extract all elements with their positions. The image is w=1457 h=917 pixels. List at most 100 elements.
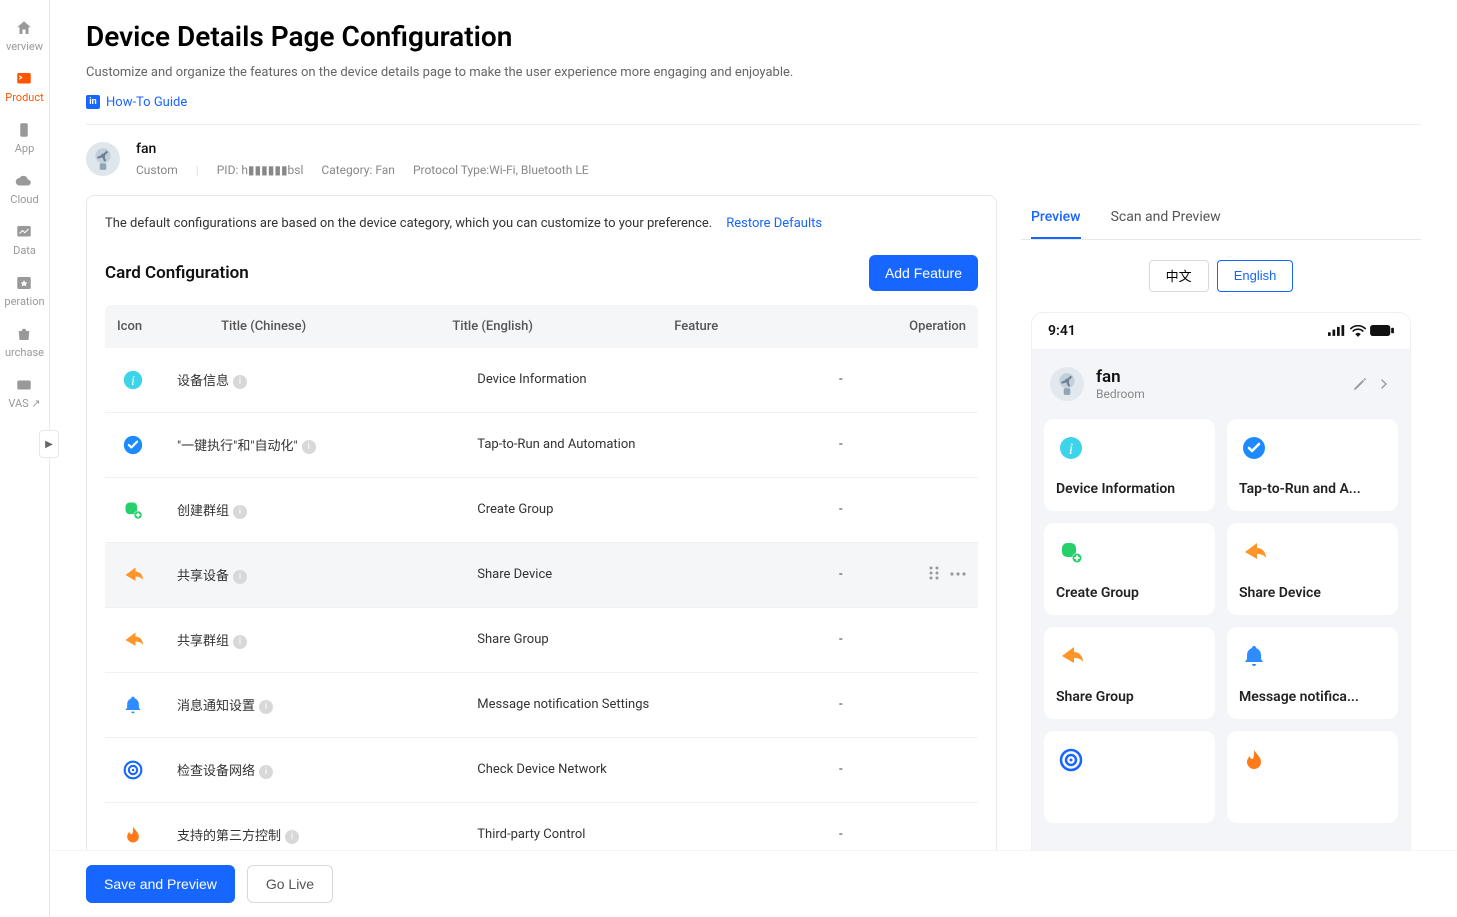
preview-card[interactable]: Device Information	[1044, 419, 1215, 511]
phone-preview: 9:41 fan Bedroom	[1031, 312, 1411, 917]
table-row[interactable]: "一键执行"和"自动化"i Tap-to-Run and Automation …	[105, 412, 978, 477]
info-hint-icon[interactable]: i	[259, 765, 273, 779]
product-name: fan	[136, 141, 589, 157]
preview-card[interactable]	[1227, 731, 1398, 823]
feature: -	[827, 348, 878, 413]
preview-card[interactable]: Share Group	[1044, 627, 1215, 719]
lang-中文[interactable]: 中文	[1149, 260, 1209, 292]
preview-card[interactable]: Create Group	[1044, 523, 1215, 615]
table-row[interactable]: 共享设备i Share Device -	[105, 542, 978, 607]
drag-handle-icon[interactable]	[928, 565, 940, 585]
notice-text: The default configurations are based on …	[105, 216, 712, 231]
feature: -	[827, 477, 878, 542]
data-icon	[14, 222, 34, 242]
table-row[interactable]: 检查设备网络i Check Device Network -	[105, 737, 978, 802]
table-row[interactable]: 创建群组i Create Group -	[105, 477, 978, 542]
footer: Save and Preview Go Live	[50, 850, 1457, 917]
preview-card[interactable]: Tap-to-Run and A...	[1227, 419, 1398, 511]
col-icon: Icon	[105, 305, 209, 348]
bell-icon	[1239, 641, 1269, 671]
page-subtitle: Customize and organize the features on t…	[86, 65, 1421, 80]
sidebar-item-home[interactable]: verview	[4, 10, 44, 61]
app-icon	[14, 120, 34, 140]
sidebar-item-bag[interactable]: urchase	[4, 316, 44, 367]
lang-English[interactable]: English	[1217, 260, 1294, 292]
device-avatar	[1050, 367, 1084, 401]
col-feature: Feature	[662, 305, 806, 348]
sidebar-item-product[interactable]: Product	[4, 61, 44, 112]
title-en: Share Group	[465, 607, 827, 672]
title-en: Device Information	[465, 348, 827, 413]
product-info: fan Custom PID: h▮▮▮▮▮▮bsl Category: Fan…	[50, 125, 1457, 195]
go-live-button[interactable]: Go Live	[247, 865, 333, 903]
feature: -	[827, 737, 878, 802]
status-clock: 9:41	[1048, 323, 1076, 339]
info-hint-icon[interactable]: i	[233, 570, 247, 584]
bag-icon	[14, 324, 34, 344]
title-cn: 创建群组i	[165, 477, 465, 542]
share-icon	[1239, 537, 1269, 567]
restore-defaults-link[interactable]: Restore Defaults	[726, 216, 822, 231]
preview-panel: Preview Scan and Preview 中文English 9:41	[1021, 195, 1421, 917]
sidebar-item-data[interactable]: Data	[4, 214, 44, 265]
table-row[interactable]: 消息通知设置i Message notification Settings -	[105, 672, 978, 737]
battery-icon	[1370, 325, 1394, 336]
chevron-right-icon[interactable]	[1376, 376, 1392, 392]
title-cn: 消息通知设置i	[165, 672, 465, 737]
col-operation: Operation	[806, 305, 978, 348]
info-hint-icon[interactable]: i	[285, 830, 299, 844]
col-title-cn: Title (Chinese)	[209, 305, 440, 348]
bell-icon	[117, 689, 149, 721]
cloud-icon	[14, 171, 34, 191]
sidebar-collapse[interactable]: ▶	[39, 430, 59, 458]
title-cn: 共享设备i	[165, 542, 465, 607]
table-row[interactable]: 设备信息i Device Information -	[105, 348, 978, 413]
howto-icon: in	[86, 95, 100, 109]
product-icon	[14, 69, 34, 89]
info-hint-icon[interactable]: i	[233, 505, 247, 519]
info-hint-icon[interactable]: i	[233, 375, 247, 389]
share-icon	[117, 624, 149, 656]
product-image	[86, 142, 120, 176]
sidebar-item-vas[interactable]: VAS ↗	[4, 367, 44, 418]
check-icon	[1239, 433, 1269, 463]
config-panel: The default configurations are based on …	[86, 195, 997, 917]
save-preview-button[interactable]: Save and Preview	[86, 865, 235, 903]
preview-card[interactable]: Message notifica...	[1227, 627, 1398, 719]
info-hint-icon[interactable]: i	[233, 635, 247, 649]
sidebar-item-app[interactable]: App	[4, 112, 44, 163]
add-feature-button[interactable]: Add Feature	[869, 255, 978, 291]
info-hint-icon[interactable]: i	[259, 700, 273, 714]
network-icon	[1056, 745, 1086, 775]
info-hint-icon[interactable]: i	[302, 440, 316, 454]
title-en: Create Group	[465, 477, 827, 542]
share-icon	[117, 559, 149, 591]
edit-icon[interactable]	[1352, 376, 1368, 392]
title-en: Share Device	[465, 542, 827, 607]
sidebar-item-star[interactable]: peration	[4, 265, 44, 316]
title-en: Tap-to-Run and Automation	[465, 412, 827, 477]
more-icon[interactable]	[950, 565, 966, 585]
title-cn: 检查设备网络i	[165, 737, 465, 802]
device-room: Bedroom	[1096, 387, 1145, 401]
device-name: fan	[1096, 367, 1145, 387]
group-icon	[117, 494, 149, 526]
howto-link[interactable]: in How-To Guide	[86, 95, 187, 110]
col-title-en: Title (English)	[440, 305, 662, 348]
preview-card[interactable]	[1044, 731, 1215, 823]
sidebar-item-cloud[interactable]: Cloud	[4, 163, 44, 214]
tab-preview[interactable]: Preview	[1031, 195, 1081, 239]
preview-card[interactable]: Share Device	[1227, 523, 1398, 615]
header: Device Details Page Configuration Custom…	[50, 0, 1457, 124]
tab-scan-and-preview[interactable]: Scan and Preview	[1111, 195, 1221, 239]
title-en: Message notification Settings	[465, 672, 827, 737]
network-icon	[117, 754, 149, 786]
main: Device Details Page Configuration Custom…	[50, 0, 1457, 917]
title-cn: "一键执行"和"自动化"i	[165, 412, 465, 477]
signal-icon	[1328, 325, 1346, 336]
group-icon	[1056, 537, 1086, 567]
flame-icon	[1239, 745, 1269, 775]
title-cn: 共享群组i	[165, 607, 465, 672]
table-row[interactable]: 共享群组i Share Group -	[105, 607, 978, 672]
feature: -	[827, 542, 878, 607]
